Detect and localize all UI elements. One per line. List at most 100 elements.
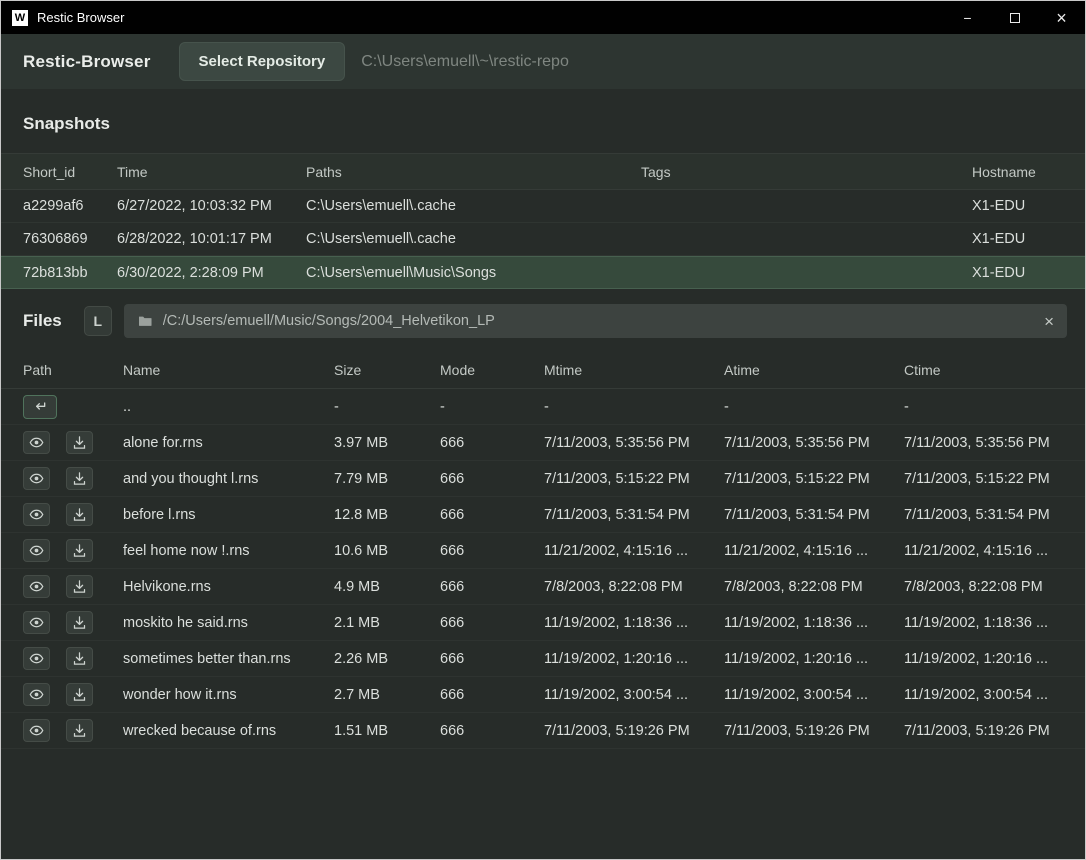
file-row[interactable]: feel home now !.rns 10.6 MB 666 11/21/20… (1, 533, 1085, 569)
preview-button[interactable] (23, 539, 50, 562)
maximize-button[interactable] (991, 1, 1038, 34)
preview-button[interactable] (23, 575, 50, 598)
empty-area (1, 749, 1085, 859)
file-name: and you thought l.rns (123, 471, 334, 487)
file-name: sometimes better than.rns (123, 651, 334, 667)
column-paths: Paths (306, 164, 641, 180)
download-button[interactable] (66, 467, 93, 490)
titlebar: W Restic Browser − × (1, 1, 1085, 34)
download-button[interactable] (66, 575, 93, 598)
snapshot-short-id: a2299af6 (23, 198, 117, 214)
clear-path-button[interactable]: × (1044, 313, 1054, 330)
snapshots-table-header: Short_id Time Paths Tags Hostname (1, 153, 1085, 190)
download-button[interactable] (66, 503, 93, 526)
download-button[interactable] (66, 683, 93, 706)
download-button[interactable] (66, 539, 93, 562)
file-size: 1.51 MB (334, 723, 440, 739)
column-atime: Atime (724, 362, 904, 378)
preview-button[interactable] (23, 431, 50, 454)
download-icon (72, 435, 87, 450)
file-atime: 7/11/2003, 5:15:22 PM (724, 471, 904, 487)
file-atime: 7/11/2003, 5:31:54 PM (724, 507, 904, 523)
eye-icon (29, 579, 44, 594)
file-size: 3.97 MB (334, 435, 440, 451)
file-row[interactable]: moskito he said.rns 2.1 MB 666 11/19/200… (1, 605, 1085, 641)
preview-button[interactable] (23, 647, 50, 670)
snapshot-row[interactable]: a2299af6 6/27/2022, 10:03:32 PM C:\Users… (1, 190, 1085, 223)
files-path-bar[interactable]: /C:/Users/emuell/Music/Songs/2004_Helvet… (124, 304, 1067, 338)
file-atime: 11/19/2002, 1:18:36 ... (724, 615, 904, 631)
eye-icon (29, 471, 44, 486)
file-row[interactable]: alone for.rns 3.97 MB 666 7/11/2003, 5:3… (1, 425, 1085, 461)
file-ctime: 7/11/2003, 5:15:22 PM (904, 471, 1063, 487)
file-size: 4.9 MB (334, 579, 440, 595)
snapshot-hostname: X1-EDU (972, 265, 1063, 281)
minimize-button[interactable]: − (944, 1, 991, 34)
eye-icon (29, 651, 44, 666)
maximize-icon (1010, 13, 1020, 23)
file-mtime: 11/19/2002, 3:00:54 ... (544, 687, 724, 703)
download-button[interactable] (66, 647, 93, 670)
file-size: - (334, 399, 440, 415)
snapshot-paths: C:\Users\emuell\Music\Songs (306, 265, 641, 281)
snapshot-row[interactable]: 76306869 6/28/2022, 10:01:17 PM C:\Users… (1, 223, 1085, 256)
download-button[interactable] (66, 431, 93, 454)
download-button[interactable] (66, 611, 93, 634)
close-icon: × (1056, 9, 1067, 27)
select-repository-button[interactable]: Select Repository (179, 42, 346, 81)
parent-directory-row[interactable]: .. - - - - - (1, 389, 1085, 425)
file-row[interactable]: wonder how it.rns 2.7 MB 666 11/19/2002,… (1, 677, 1085, 713)
file-ctime: 11/19/2002, 1:20:16 ... (904, 651, 1063, 667)
files-current-path: /C:/Users/emuell/Music/Songs/2004_Helvet… (163, 313, 495, 329)
snapshot-time: 6/27/2022, 10:03:32 PM (117, 198, 306, 214)
download-icon (72, 651, 87, 666)
file-mtime: 7/11/2003, 5:15:22 PM (544, 471, 724, 487)
column-hostname: Hostname (972, 164, 1063, 180)
snapshot-time: 6/30/2022, 2:28:09 PM (117, 265, 306, 281)
go-up-button[interactable] (23, 395, 57, 419)
file-size: 12.8 MB (334, 507, 440, 523)
column-mtime: Mtime (544, 362, 724, 378)
file-row[interactable]: before l.rns 12.8 MB 666 7/11/2003, 5:31… (1, 497, 1085, 533)
snapshot-short-id: 76306869 (23, 231, 117, 247)
file-mode: - (440, 399, 544, 415)
file-mode: 666 (440, 615, 544, 631)
file-name: feel home now !.rns (123, 543, 334, 559)
column-name: Name (123, 362, 334, 378)
file-row[interactable]: wrecked because of.rns 1.51 MB 666 7/11/… (1, 713, 1085, 749)
download-icon (72, 543, 87, 558)
download-icon (72, 471, 87, 486)
preview-button[interactable] (23, 683, 50, 706)
snapshot-row-selected[interactable]: 72b813bb 6/30/2022, 2:28:09 PM C:\Users\… (1, 256, 1085, 289)
download-icon (72, 507, 87, 522)
column-tags: Tags (641, 164, 972, 180)
preview-button[interactable] (23, 719, 50, 742)
close-button[interactable]: × (1038, 1, 1085, 34)
file-size: 10.6 MB (334, 543, 440, 559)
file-mode: 666 (440, 543, 544, 559)
close-path-icon: × (1044, 312, 1054, 331)
preview-button[interactable] (23, 611, 50, 634)
file-mtime: 11/21/2002, 4:15:16 ... (544, 543, 724, 559)
file-size: 7.79 MB (334, 471, 440, 487)
eye-icon (29, 615, 44, 630)
snapshot-time: 6/28/2022, 10:01:17 PM (117, 231, 306, 247)
eye-icon (29, 435, 44, 450)
window-title: Restic Browser (37, 10, 124, 25)
app-window: W Restic Browser − × Restic-Browser Sele… (0, 0, 1086, 860)
file-ctime: - (904, 399, 1063, 415)
file-row[interactable]: sometimes better than.rns 2.26 MB 666 11… (1, 641, 1085, 677)
file-mode: 666 (440, 651, 544, 667)
preview-button[interactable] (23, 503, 50, 526)
file-name: Helvikone.rns (123, 579, 334, 595)
download-button[interactable] (66, 719, 93, 742)
file-name: .. (123, 399, 334, 415)
minimize-icon: − (963, 10, 971, 26)
file-ctime: 7/11/2003, 5:35:56 PM (904, 435, 1063, 451)
files-mode-button[interactable]: L (84, 306, 112, 336)
file-name: alone for.rns (123, 435, 334, 451)
file-row[interactable]: and you thought l.rns 7.79 MB 666 7/11/2… (1, 461, 1085, 497)
file-size: 2.26 MB (334, 651, 440, 667)
preview-button[interactable] (23, 467, 50, 490)
file-row[interactable]: Helvikone.rns 4.9 MB 666 7/8/2003, 8:22:… (1, 569, 1085, 605)
